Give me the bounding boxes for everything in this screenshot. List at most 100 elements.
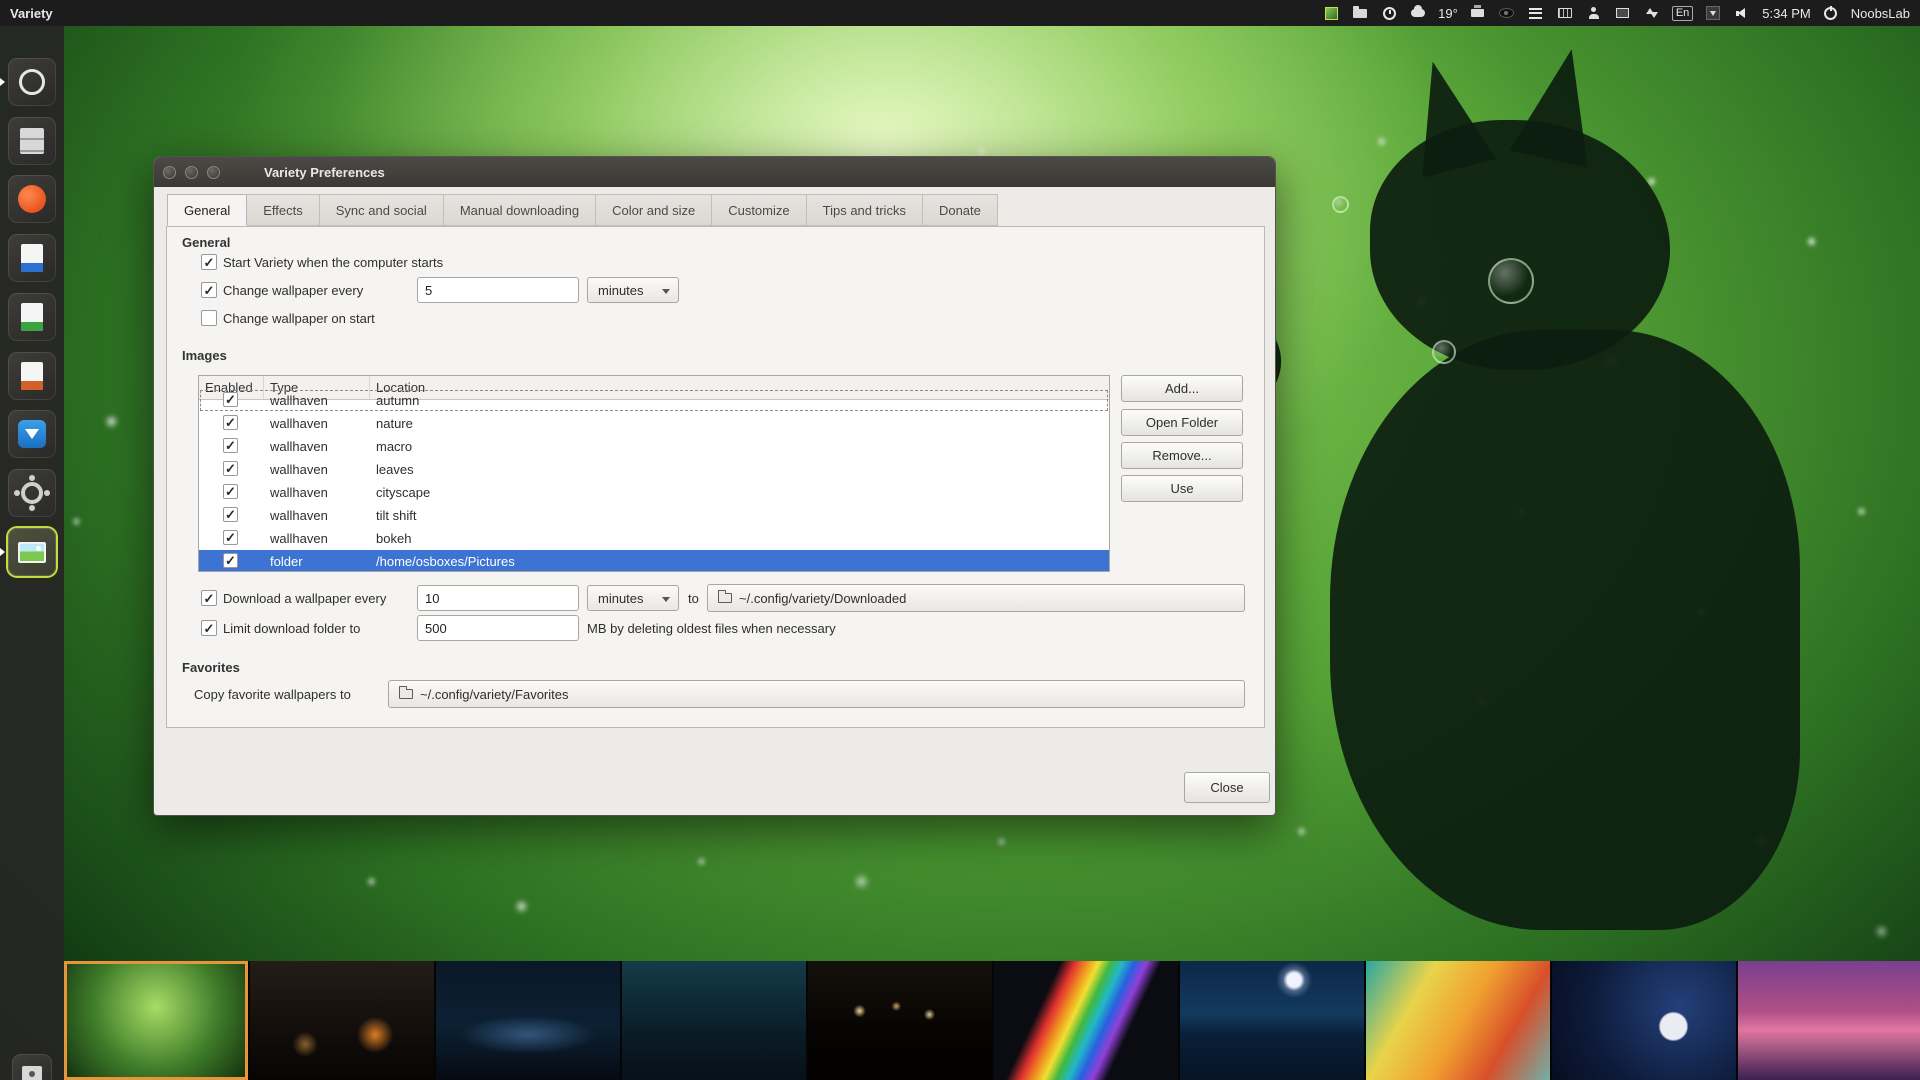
thumbnail-bokeh-table[interactable] (808, 961, 992, 1080)
autostart-checkbox[interactable] (201, 254, 217, 270)
running-indicator (0, 548, 5, 556)
remove-button[interactable]: Remove... (1121, 442, 1243, 469)
row-enabled-checkbox[interactable] (223, 438, 238, 453)
preferences-tabbar: General Effects Sync and social Manual d… (167, 194, 1262, 226)
variety-tray-icon[interactable] (1322, 4, 1340, 22)
thumbnail-mountain-lake-night[interactable] (1180, 961, 1364, 1080)
app-menu-title[interactable]: Variety (0, 6, 53, 21)
session-menu-icon[interactable] (1527, 4, 1545, 22)
impress-icon[interactable] (8, 352, 56, 400)
thumbnail-green-cat[interactable] (64, 961, 248, 1080)
thumbnail-pink-mountains[interactable] (1738, 961, 1920, 1080)
row-enabled-checkbox[interactable] (223, 530, 238, 545)
row-enabled-checkbox[interactable] (223, 461, 238, 476)
clock-time[interactable]: 5:34 PM (1762, 6, 1810, 21)
bubble (1332, 196, 1349, 213)
input-source-indicator[interactable]: En (1672, 6, 1693, 21)
dash-home-icon[interactable] (8, 58, 56, 106)
volume-icon[interactable] (1733, 4, 1751, 22)
table-row[interactable]: wallhaven tilt shift (199, 504, 1109, 527)
row-enabled-checkbox[interactable] (223, 392, 238, 407)
session-username[interactable]: NoobsLab (1851, 6, 1910, 21)
contacts-icon[interactable] (1585, 4, 1603, 22)
use-button[interactable]: Use (1121, 475, 1243, 502)
row-enabled-checkbox[interactable] (223, 507, 238, 522)
cat-silhouette-body (1330, 330, 1800, 930)
keyboard-icon[interactable] (1556, 4, 1574, 22)
software-center-icon[interactable] (8, 175, 56, 223)
tab-general[interactable]: General (167, 194, 247, 226)
change-on-start-checkbox[interactable] (201, 310, 217, 326)
close-button[interactable]: Close (1184, 772, 1270, 803)
folder-icon (718, 593, 732, 603)
add-button[interactable]: Add... (1121, 375, 1243, 402)
window-titlebar[interactable]: Variety Preferences (154, 157, 1275, 187)
tab-manual-downloading[interactable]: Manual downloading (443, 194, 596, 226)
variety-preferences-window: Variety Preferences General Effects Sync… (153, 156, 1276, 816)
download-folder-button[interactable]: ~/.config/variety/Downloaded (707, 584, 1245, 612)
folder-icon (399, 689, 413, 699)
change-interval-input[interactable] (417, 277, 579, 303)
table-row[interactable]: wallhaven autumn (199, 389, 1109, 412)
thumbnail-city-aerial[interactable] (622, 961, 806, 1080)
tab-color-and-size[interactable]: Color and size (595, 194, 712, 226)
photos-icon[interactable] (1614, 4, 1632, 22)
row-enabled-checkbox[interactable] (223, 484, 238, 499)
writer-icon[interactable] (8, 234, 56, 282)
table-row[interactable]: wallhaven cityscape (199, 481, 1109, 504)
tab-customize[interactable]: Customize (711, 194, 806, 226)
tab-effects[interactable]: Effects (246, 194, 320, 226)
change-on-start-label: Change wallpaper on start (223, 311, 375, 326)
download-interval-unit-dropdown[interactable]: minutes (587, 585, 679, 611)
tab-sync-and-social[interactable]: Sync and social (319, 194, 444, 226)
general-tab-panel: General Start Variety when the computer … (166, 226, 1265, 728)
bubble (1432, 340, 1456, 364)
power-icon[interactable] (1822, 4, 1840, 22)
change-interval-unit-dropdown[interactable]: minutes (587, 277, 679, 303)
limit-folder-checkbox[interactable] (201, 620, 217, 636)
system-tray: 19° En 5:34 PM NoobsLab (1322, 4, 1920, 22)
change-wallpaper-every-checkbox[interactable] (201, 282, 217, 298)
tab-tips-and-tricks[interactable]: Tips and tricks (806, 194, 923, 226)
printer-icon[interactable] (1469, 4, 1487, 22)
clock-icon[interactable] (1380, 4, 1398, 22)
table-body: wallhaven autumn wallhaven nature wallha… (199, 389, 1109, 572)
thumbnail-panda[interactable] (1552, 961, 1736, 1080)
image-sources-table[interactable]: Enabled Type Location wallhaven autumn w… (198, 375, 1110, 572)
limit-size-input[interactable] (417, 615, 579, 641)
thumbnail-city-skyline[interactable] (436, 961, 620, 1080)
files-icon[interactable] (8, 117, 56, 165)
window-maximize-button[interactable] (207, 166, 220, 179)
favorites-folder-button[interactable]: ~/.config/variety/Favorites (388, 680, 1245, 708)
row-enabled-checkbox[interactable] (223, 553, 238, 568)
table-row-selected[interactable]: folder /home/osboxes/Pictures (199, 550, 1109, 572)
general-section-label: General (182, 235, 230, 250)
thumbnail-night-street[interactable] (250, 961, 434, 1080)
table-row[interactable]: wallhaven leaves (199, 458, 1109, 481)
tab-donate[interactable]: Donate (922, 194, 998, 226)
window-minimize-button[interactable] (185, 166, 198, 179)
variety-launcher-icon[interactable] (8, 528, 56, 576)
thumbnail-abstract-painting[interactable] (1366, 961, 1550, 1080)
download-interval-input[interactable] (417, 585, 579, 611)
table-row[interactable]: wallhaven nature (199, 412, 1109, 435)
calc-icon[interactable] (8, 293, 56, 341)
open-folder-button[interactable]: Open Folder (1121, 409, 1243, 436)
screenshot-icon[interactable] (12, 1054, 52, 1080)
privacy-eye-icon[interactable] (1498, 4, 1516, 22)
table-row[interactable]: wallhaven bokeh (199, 527, 1109, 550)
downloader-icon[interactable] (8, 410, 56, 458)
download-wallpaper-label: Download a wallpaper every (223, 591, 386, 606)
to-label: to (688, 591, 699, 606)
weather-icon[interactable] (1409, 4, 1427, 22)
files-tray-icon[interactable] (1351, 4, 1369, 22)
thumbnail-rainbow-ribbon[interactable] (994, 961, 1178, 1080)
table-row[interactable]: wallhaven macro (199, 435, 1109, 458)
temperature-indicator[interactable]: 19° (1438, 6, 1458, 21)
download-wallpaper-checkbox[interactable] (201, 590, 217, 606)
system-settings-icon[interactable] (8, 469, 56, 517)
row-enabled-checkbox[interactable] (223, 415, 238, 430)
sync-arrows-icon[interactable] (1643, 4, 1661, 22)
window-close-button[interactable] (163, 166, 176, 179)
downloads-tray-icon[interactable] (1704, 4, 1722, 22)
